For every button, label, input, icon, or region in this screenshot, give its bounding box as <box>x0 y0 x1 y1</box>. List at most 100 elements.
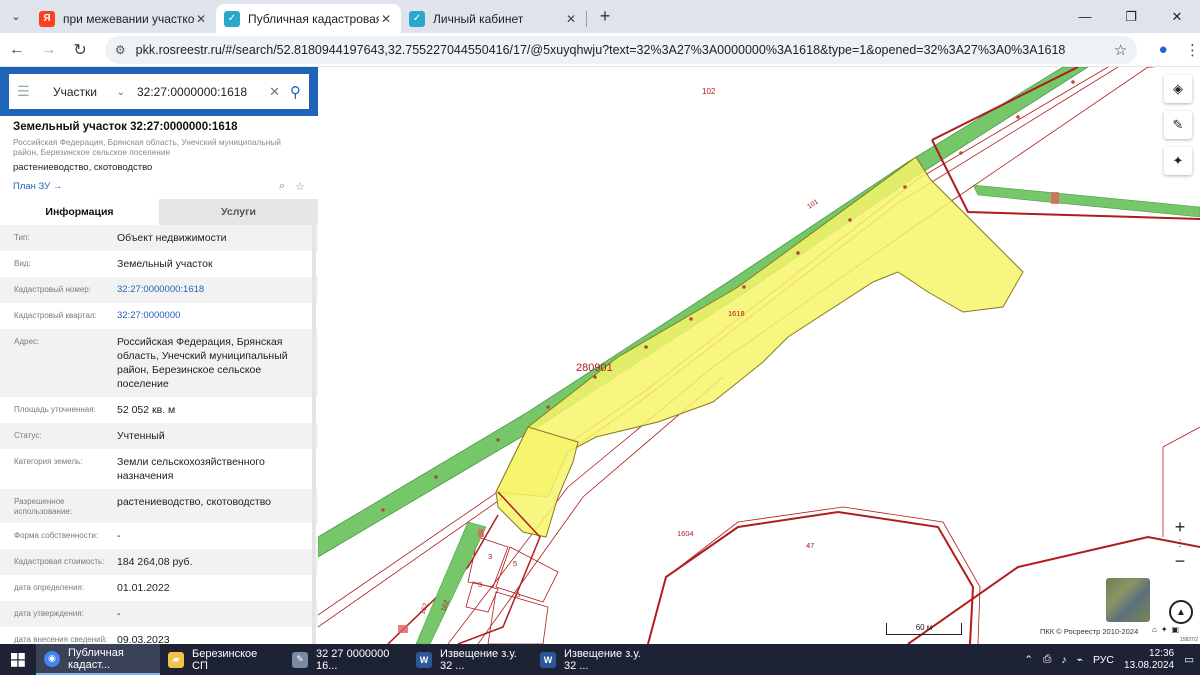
taskbar-item-label: Извещение з.у. 32 ... <box>564 647 641 672</box>
tab-title: Личный кабинет <box>433 11 524 26</box>
close-icon[interactable]: ✕ <box>194 12 208 26</box>
taskbar-item-word[interactable]: W Извещение з.у. 32 ... <box>408 644 532 675</box>
notifications-icon[interactable]: ▭ <box>1184 654 1194 666</box>
clock[interactable]: 12:36 13.08.2024 <box>1124 648 1174 672</box>
reload-icon[interactable]: ↻ <box>65 35 95 65</box>
printer-icon[interactable]: ⎙ <box>1043 653 1051 666</box>
tab-search-chevron-icon[interactable]: ⌄ <box>5 6 27 28</box>
property-value: 184 264,08 руб. <box>117 556 193 568</box>
zoom-in-icon[interactable]: + <box>1166 516 1194 538</box>
property-key: Форма собственности: <box>14 531 99 540</box>
scale-bar: 60 м <box>886 623 962 635</box>
taskbar-item-paint[interactable]: ✎ 32 27 0000000 16... <box>284 644 408 675</box>
rosreestr-icon: ✓ <box>409 10 425 27</box>
site-settings-icon[interactable]: ⚙ <box>115 43 126 57</box>
property-value: 09.03.2023 <box>117 634 170 644</box>
label-parcel-3: 3 <box>488 552 492 561</box>
clock-time: 12:36 <box>1149 647 1175 659</box>
url-text[interactable]: pkk.rosreestr.ru/#/search/52.81809441976… <box>136 43 1114 57</box>
ruler-icon[interactable]: ✎ <box>1164 111 1192 139</box>
search-type-select[interactable]: Участки ⌄ <box>53 85 125 99</box>
search-icon[interactable]: ⚲ <box>290 83 301 101</box>
zoom-levels-icon[interactable]: ⋮ <box>1166 538 1194 550</box>
favorite-star-icon[interactable]: ☆ <box>295 180 305 193</box>
property-row: Вид: Земельный участок <box>0 251 318 277</box>
taskbar-item-word[interactable]: W Извещение з.у. 32 ... <box>532 644 656 675</box>
property-value: 52 052 кв. м <box>117 404 176 416</box>
yandex-icon: Я <box>39 10 55 27</box>
property-value: растениеводство, скотоводство <box>117 496 272 508</box>
property-key: Кадастровый квартал: <box>14 311 97 320</box>
object-address: Российская Федерация, Брянская область, … <box>13 137 281 157</box>
search-bar: ☰ Участки ⌄ 32:27:0000000:1618 ✕ ⚲ <box>0 67 318 116</box>
new-tab-button[interactable]: + <box>591 3 619 31</box>
cadastral-number-link[interactable]: 32:27:0000000:1618 <box>117 283 295 297</box>
cadastral-quarter-link[interactable]: 32:27:0000000 <box>117 309 295 323</box>
basemap-thumbnail[interactable] <box>1106 578 1150 622</box>
tab-personal-account[interactable]: ✓ Личный кабинет ✕ <box>401 4 586 33</box>
locate-icon[interactable]: ✦ <box>1164 147 1192 175</box>
object-links: План ЗУ → ⌕ ☆ <box>13 180 305 193</box>
label-47: 47 <box>806 541 814 550</box>
restore-icon[interactable]: ❐ <box>1108 0 1154 33</box>
label-parcel-3b: 3 <box>478 580 482 589</box>
tab-yandex[interactable]: Я при межевании участков не д ✕ <box>31 4 216 33</box>
property-key: Кадастровый номер: <box>14 285 91 294</box>
zoom-out-icon[interactable]: − <box>1166 550 1194 572</box>
building-marker <box>1051 192 1059 204</box>
close-icon[interactable]: ✕ <box>564 12 578 26</box>
address-bar[interactable]: ⚙ pkk.rosreestr.ru/#/search/52.818094419… <box>104 35 1138 64</box>
label-parcel-5b: 5 <box>516 590 520 599</box>
window-close-icon[interactable]: ✕ <box>1154 0 1200 33</box>
fullscreen-icon[interactable]: ▣ <box>1172 625 1184 634</box>
label-parcel-5: 5 <box>513 559 517 568</box>
property-key: Тип: <box>14 233 30 242</box>
property-row: Площадь уточненная: 52 052 кв. м <box>0 397 318 423</box>
windows-start-icon[interactable] <box>0 644 36 675</box>
home-icon[interactable]: ⌂ <box>1152 625 1161 634</box>
network-icon[interactable]: ⌁ <box>1077 654 1083 666</box>
tab-cadastral-map[interactable]: ✓ Публичная кадастровая карта ✕ <box>216 4 401 33</box>
folder-icon: ▰ <box>168 651 184 668</box>
tab-title: Публичная кадастровая карта <box>248 11 379 26</box>
settings-icon[interactable]: ✦ <box>1161 625 1172 634</box>
zoom-control: + ⋮ − <box>1166 516 1194 572</box>
tab-title: при межевании участков не д <box>63 11 194 26</box>
tab-information[interactable]: Информация <box>0 199 159 225</box>
property-value: - <box>117 608 121 620</box>
volume-icon[interactable]: ♪ <box>1061 654 1066 666</box>
search-input[interactable]: 32:27:0000000:1618 <box>137 85 269 99</box>
find-on-map-icon[interactable]: ⌕ <box>279 180 285 193</box>
taskbar-item-label: Березинское СП <box>192 647 258 672</box>
property-row: Тип: Объект недвижимости <box>0 225 318 251</box>
forward-arrow-icon[interactable]: → <box>34 35 64 65</box>
bookmark-star-icon[interactable]: ☆ <box>1114 41 1127 59</box>
label-280901: 280901 <box>576 362 613 374</box>
property-row: Категория земель: Земли сельскохозяйствен… <box>0 449 318 489</box>
cadastral-map[interactable]: 102 101 1618 280901 1604 47 3 3 5 5 162 … <box>318 67 1200 644</box>
clear-icon[interactable]: ✕ <box>269 84 280 100</box>
map-canvas[interactable]: 102 101 1618 280901 1604 47 3 3 5 5 162 … <box>318 67 1200 644</box>
window-controls: — ❐ ✕ <box>1062 0 1200 33</box>
taskbar-item-folder[interactable]: ▰ Березинское СП <box>160 644 284 675</box>
info-subtabs: Информация Услуги <box>0 199 318 225</box>
chevron-up-icon[interactable]: ⌃ <box>1024 654 1033 666</box>
word-icon: W <box>416 651 432 668</box>
panel-scrollbar[interactable] <box>312 225 316 644</box>
property-row: дата внесения сведений: 09.03.2023 <box>0 627 318 644</box>
menu-icon[interactable]: ☰ <box>17 83 37 100</box>
browser-menu-icon[interactable]: ⋮ <box>1185 41 1200 59</box>
compass-icon[interactable]: ▲ <box>1169 600 1193 624</box>
close-icon[interactable]: ✕ <box>379 12 393 26</box>
taskbar-item-chrome[interactable]: ◉ Публичная кадаст... <box>36 644 160 675</box>
property-row: дата утверждения: - <box>0 601 318 627</box>
minimize-icon[interactable]: — <box>1062 0 1108 33</box>
tab-services[interactable]: Услуги <box>159 199 318 225</box>
layers-icon[interactable]: ◈ <box>1164 75 1192 103</box>
building-marker <box>398 625 408 633</box>
profile-icon[interactable]: ● <box>1151 37 1175 62</box>
language-indicator[interactable]: РУС <box>1093 654 1114 666</box>
label-162: 162 <box>419 602 430 615</box>
plan-link[interactable]: План ЗУ → <box>13 181 62 192</box>
back-arrow-icon[interactable]: ← <box>2 35 32 65</box>
